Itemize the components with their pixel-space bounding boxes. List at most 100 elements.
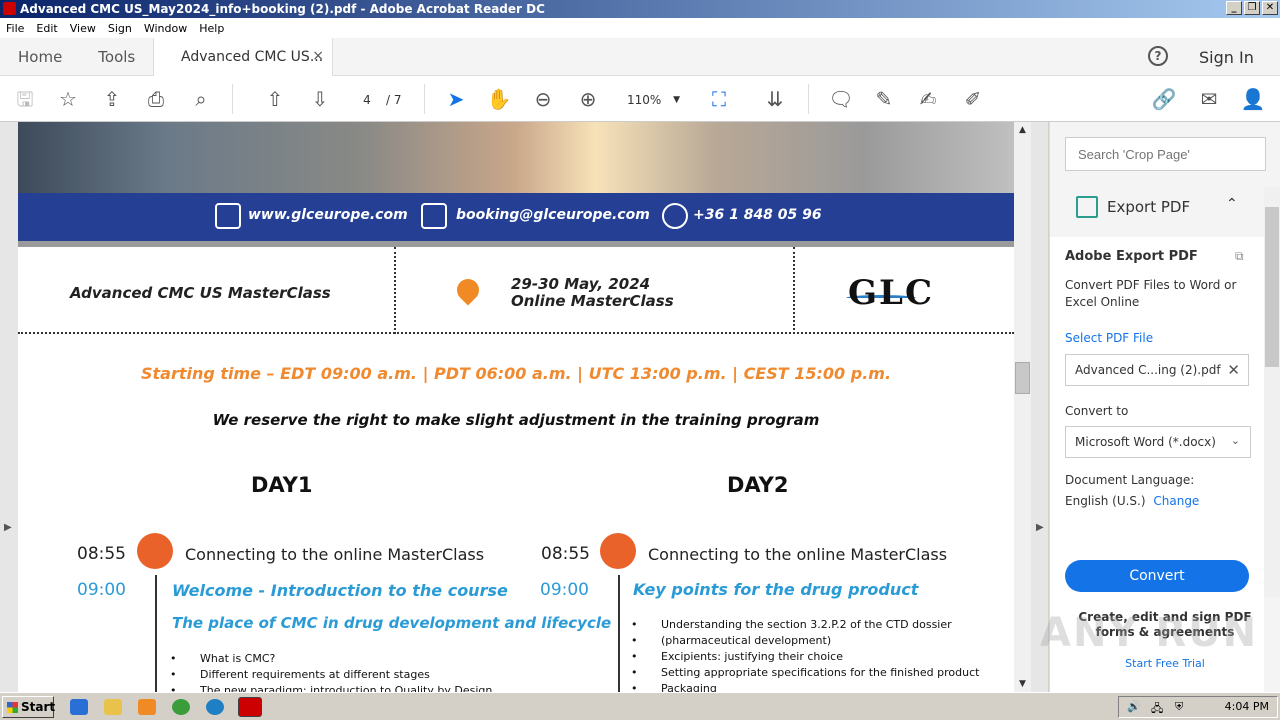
volume-icon[interactable]: 🔊 xyxy=(1127,700,1141,713)
chevron-up-icon[interactable]: ⌃ xyxy=(1226,196,1238,212)
save-icon[interactable]: 🖫 xyxy=(12,86,38,112)
home-icon xyxy=(215,203,241,229)
list-item: The new paradigm: introduction to Qualit… xyxy=(170,683,492,692)
document-scrollbar[interactable]: ▲ ▼ xyxy=(1014,122,1031,692)
adobe-export-desc: Convert PDF Files to Word or Excel Onlin… xyxy=(1065,278,1237,309)
comment-icon[interactable]: 🗨 xyxy=(828,86,854,112)
system-tray: 🔊 🖧 ⛨ 4:04 PM xyxy=(1118,696,1278,718)
convert-button[interactable]: Convert xyxy=(1065,560,1249,592)
right-tools-panel: Export PDF ⌃ Adobe Export PDF ⧉ Convert … xyxy=(1049,122,1280,692)
selected-file[interactable]: Advanced C...ing (2).pdf ✕ xyxy=(1065,354,1249,386)
day1-heading: DAY1 xyxy=(251,473,313,497)
menu-sign[interactable]: Sign xyxy=(102,22,138,35)
chevron-down-icon: ▼ xyxy=(673,95,680,105)
zoom-select[interactable]: 110% ▼ xyxy=(620,89,690,111)
scroll-up-icon[interactable]: ▲ xyxy=(1014,122,1031,138)
hand-tool-icon[interactable]: ✋ xyxy=(486,86,512,112)
course-dates: 29-30 May, 2024 Online MasterClass xyxy=(511,276,674,310)
scroll-mode-icon[interactable]: ⇊ xyxy=(762,86,788,112)
media-player-icon[interactable] xyxy=(138,699,156,715)
minimize-button[interactable]: _ xyxy=(1226,1,1242,15)
close-tab-icon[interactable]: × xyxy=(312,48,324,64)
panel-scrollbar[interactable] xyxy=(1264,187,1280,597)
upload-cloud-icon[interactable]: ⇪ xyxy=(99,86,125,112)
header-photo xyxy=(18,122,1014,193)
zoom-out-icon[interactable]: ⊖ xyxy=(530,86,556,112)
folder-icon[interactable] xyxy=(104,699,122,715)
sign-in-button[interactable]: Sign In xyxy=(1199,48,1254,67)
scroll-down-icon[interactable]: ▼ xyxy=(1014,676,1031,692)
menu-window[interactable]: Window xyxy=(138,22,193,35)
acrobat-task-icon[interactable] xyxy=(238,697,262,717)
chrome-icon[interactable] xyxy=(172,699,190,715)
bookmark-star-icon[interactable]: ☆ xyxy=(55,86,81,112)
page-number-input[interactable]: 4 xyxy=(352,89,382,111)
day1-session-1: Connecting to the online MasterClass xyxy=(185,545,485,564)
link-icon[interactable]: 🔗 xyxy=(1151,86,1177,112)
email-icon[interactable]: ✉ xyxy=(1196,86,1222,112)
ie-icon[interactable] xyxy=(70,699,88,715)
menu-view[interactable]: View xyxy=(64,22,102,35)
tab-document-label: Advanced CMC US... xyxy=(181,49,324,65)
tab-document[interactable]: Advanced CMC US... × xyxy=(153,38,333,76)
day2-heading: DAY2 xyxy=(727,473,789,497)
dates-text: 29-30 May, 2024 xyxy=(511,275,651,293)
security-icon[interactable]: ⛨ xyxy=(1175,700,1183,714)
change-language-link[interactable]: Change xyxy=(1153,494,1199,508)
menu-help[interactable]: Help xyxy=(193,22,230,35)
glc-logo: GLC xyxy=(848,273,935,313)
print-icon[interactable]: ⎙ xyxy=(143,86,169,112)
envelope-icon xyxy=(421,203,447,229)
taskbar: Start 🔊 🖧 ⛨ 4:04 PM xyxy=(0,692,1280,720)
edit-pdf-icon[interactable]: ✐ xyxy=(960,86,986,112)
export-pdf-header[interactable]: Export PDF ⌃ xyxy=(1076,196,1238,218)
start-free-trial-link[interactable]: Start Free Trial xyxy=(1065,657,1265,670)
start-button[interactable]: Start xyxy=(2,696,55,718)
chevron-down-icon: ⌄ xyxy=(1230,434,1240,447)
list-item: Setting appropriate specifications for t… xyxy=(631,665,979,681)
list-item: Different requirements at different stag… xyxy=(170,667,492,683)
menu-edit[interactable]: Edit xyxy=(30,22,63,35)
day1-time-1: 08:55 xyxy=(77,544,126,564)
expand-right-panel-icon[interactable]: ▶ xyxy=(1036,522,1044,533)
day2-time-2: 09:00 xyxy=(540,580,589,600)
select-pointer-icon[interactable]: ➤ xyxy=(443,86,469,112)
window-title: Advanced CMC US_May2024_info+booking (2)… xyxy=(20,2,545,16)
edge-icon[interactable] xyxy=(206,699,224,715)
format-select[interactable]: Microsoft Word (*.docx) ⌄ xyxy=(1065,426,1251,458)
highlight-pen-icon[interactable]: ✎ xyxy=(871,86,897,112)
panel-scrollbar-thumb[interactable] xyxy=(1265,207,1279,367)
day1-heading-2: The place of CMC in drug development and… xyxy=(172,614,612,632)
document-viewport[interactable]: ▶ www.glceurope.com booking@glceurope.co… xyxy=(0,122,1048,692)
list-item-continued: (pharmaceutical development) xyxy=(631,633,979,649)
title-bar: Advanced CMC US_May2024_info+booking (2)… xyxy=(0,0,1280,18)
page-total: / 7 xyxy=(386,93,402,107)
close-window-button[interactable]: ✕ xyxy=(1262,1,1278,15)
collapse-left-panel-icon[interactable]: ▶ xyxy=(4,522,12,533)
search-tools-input[interactable] xyxy=(1065,137,1266,171)
toolbar: 🖫 ☆ ⇪ ⎙ ⌕ ⇧ ⇩ 4 / 7 ➤ ✋ ⊖ ⊕ 110% ▼ ⛶ ⇊ 🗨… xyxy=(0,76,1280,122)
watermark: ANY RUN xyxy=(1040,610,1259,656)
copy-icon[interactable]: ⧉ xyxy=(1235,249,1244,264)
tab-bar: Home Tools Advanced CMC US... × ? Sign I… xyxy=(0,38,1280,76)
fit-page-icon[interactable]: ⛶ xyxy=(706,86,732,112)
page-up-icon[interactable]: ⇧ xyxy=(262,86,288,112)
select-pdf-file-link[interactable]: Select PDF File xyxy=(1065,331,1153,345)
list-item: Understanding the section 3.2.P.2 of the… xyxy=(631,617,979,633)
day1-time-2: 09:00 xyxy=(77,580,126,600)
remove-file-icon[interactable]: ✕ xyxy=(1227,361,1240,379)
network-icon[interactable]: 🖧 xyxy=(1151,700,1163,719)
help-icon[interactable]: ? xyxy=(1148,46,1168,66)
email-text: booking@glceurope.com xyxy=(456,207,650,223)
tab-home[interactable]: Home xyxy=(0,48,80,66)
zoom-in-icon[interactable]: ⊕ xyxy=(575,86,601,112)
scrollbar-thumb[interactable] xyxy=(1015,362,1030,394)
tab-tools[interactable]: Tools xyxy=(80,48,153,66)
doc-language-value: English (U.S.) xyxy=(1065,494,1146,508)
zoom-search-icon[interactable]: ⌕ xyxy=(188,86,214,112)
menu-file[interactable]: File xyxy=(0,22,30,35)
maximize-button[interactable]: ❐ xyxy=(1244,1,1260,15)
sign-pen-icon[interactable]: ✍ xyxy=(915,86,941,112)
add-user-icon[interactable]: 👤 xyxy=(1240,86,1266,112)
page-down-icon[interactable]: ⇩ xyxy=(307,86,333,112)
